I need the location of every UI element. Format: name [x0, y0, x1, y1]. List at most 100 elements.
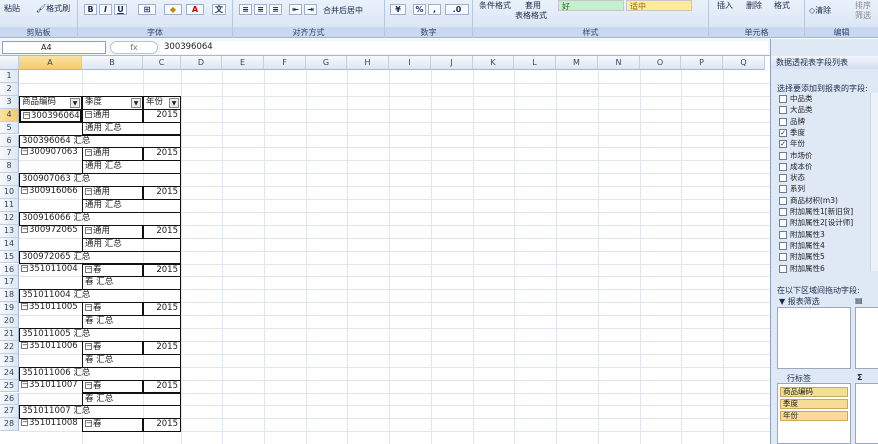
pivot-product-subtotal[interactable]: 300396064 汇总: [19, 134, 181, 149]
field-item[interactable]: 附加属性4: [779, 240, 825, 251]
collapse-icon[interactable]: −: [85, 420, 92, 428]
row-header-9[interactable]: 9: [0, 173, 19, 187]
collapse-icon[interactable]: −: [85, 342, 92, 350]
column-header-N[interactable]: N: [598, 56, 640, 70]
row-header-10[interactable]: 10: [0, 186, 19, 199]
underline-button[interactable]: U: [114, 4, 127, 15]
row-header-28[interactable]: 28: [0, 418, 19, 432]
pivot-season-cell[interactable]: −通用: [82, 108, 143, 123]
currency-button[interactable]: ¥: [390, 4, 406, 15]
filter-dropdown-icon[interactable]: ▼: [70, 97, 80, 108]
pivot-header-year[interactable]: 年份 ▼: [143, 95, 181, 110]
pivot-year-cell[interactable]: 2015: [143, 302, 181, 317]
align-right-button[interactable]: ≡: [269, 4, 282, 15]
column-header-G[interactable]: G: [306, 56, 347, 70]
row-header-13[interactable]: 13: [0, 224, 19, 238]
clear-button[interactable]: ◇清除: [809, 5, 831, 16]
report-filter-area[interactable]: [777, 307, 851, 369]
row-header-17[interactable]: 17: [0, 276, 19, 290]
formula-input[interactable]: 300396064: [160, 41, 768, 54]
align-left-button[interactable]: ≡: [239, 4, 252, 15]
row-header-11[interactable]: 11: [0, 199, 19, 212]
column-header-I[interactable]: I: [389, 56, 431, 70]
pivot-season-subtotal[interactable]: 春 汇总: [82, 276, 181, 291]
field-item[interactable]: 状态: [779, 172, 805, 183]
decrease-indent-button[interactable]: ⇤: [289, 4, 302, 15]
checkbox[interactable]: [779, 219, 787, 228]
column-header-O[interactable]: O: [640, 56, 681, 70]
column-header-L[interactable]: L: [514, 56, 556, 70]
style-neutral[interactable]: 适中: [626, 0, 692, 11]
checkbox[interactable]: ✓: [779, 140, 787, 149]
checkbox[interactable]: [779, 117, 787, 126]
checkbox[interactable]: [779, 230, 787, 239]
field-list-scrollbar[interactable]: [870, 93, 878, 271]
borders-button[interactable]: ⊞: [138, 4, 156, 15]
insert-button[interactable]: 插入: [717, 0, 733, 11]
pivot-product-subtotal[interactable]: 351011005 汇总: [19, 328, 181, 342]
column-header-K[interactable]: K: [473, 56, 514, 70]
name-box[interactable]: A4: [2, 41, 106, 54]
field-item[interactable]: ✓ 季度: [779, 127, 805, 138]
row-header-22[interactable]: 22: [0, 340, 19, 354]
pivot-product-subtotal[interactable]: 300972065 汇总: [19, 250, 181, 265]
collapse-icon[interactable]: −: [85, 304, 92, 312]
column-header-E[interactable]: E: [222, 56, 264, 70]
field-item[interactable]: 市场价: [779, 150, 813, 161]
values-area[interactable]: [855, 383, 878, 444]
column-header-J[interactable]: J: [431, 56, 473, 70]
collapse-icon[interactable]: −: [23, 111, 30, 119]
fill-color-button[interactable]: ◆: [164, 4, 182, 15]
column-header-H[interactable]: H: [347, 56, 389, 70]
pivot-season-subtotal[interactable]: 春 汇总: [82, 353, 181, 368]
align-center-button[interactable]: ≡: [254, 4, 267, 15]
row-header-8[interactable]: 8: [0, 160, 19, 174]
pivot-season-subtotal[interactable]: 通用 汇总: [82, 121, 181, 136]
pivot-header-product-code[interactable]: 商品编码 ▼: [19, 95, 82, 110]
field-item[interactable]: 附加属性5: [779, 251, 825, 262]
pivot-product-code-cell[interactable]: −300907063: [19, 147, 82, 161]
checkbox[interactable]: [779, 253, 787, 262]
checkbox[interactable]: ✓: [779, 128, 787, 137]
row-header-23[interactable]: 23: [0, 353, 19, 367]
row-header-3[interactable]: 3: [0, 95, 19, 109]
format-painter-button[interactable]: 🖌格式刷: [36, 3, 70, 14]
pivot-season-cell[interactable]: −通用: [82, 147, 143, 162]
field-item[interactable]: 附加属性6: [779, 263, 825, 274]
pivot-product-code-cell[interactable]: −300972065: [19, 225, 82, 239]
row-header-14[interactable]: 14: [0, 237, 19, 251]
pivot-year-cell[interactable]: 2015: [143, 379, 181, 394]
checkbox[interactable]: [779, 95, 787, 103]
pivot-product-code-cell[interactable]: −300396064: [19, 108, 82, 123]
row-header-21[interactable]: 21: [0, 328, 19, 341]
row-field-item[interactable]: 季度: [780, 399, 848, 409]
pivot-header-season[interactable]: 季度 ▼: [82, 95, 143, 110]
pivot-season-subtotal[interactable]: 春 汇总: [82, 392, 181, 407]
row-header-4[interactable]: 4: [0, 108, 19, 122]
row-header-25[interactable]: 25: [0, 379, 19, 393]
pivot-product-subtotal[interactable]: 300916066 汇总: [19, 211, 181, 226]
pivot-year-cell[interactable]: 2015: [143, 340, 181, 355]
format-button[interactable]: 格式: [774, 0, 790, 11]
pivot-season-subtotal[interactable]: 春 汇总: [82, 315, 181, 329]
column-header-A[interactable]: A: [19, 56, 82, 70]
filter-dropdown-icon[interactable]: ▼: [131, 97, 141, 108]
pivot-year-cell[interactable]: 2015: [143, 147, 181, 162]
pivot-product-subtotal[interactable]: 351011006 汇总: [19, 366, 181, 381]
collapse-icon[interactable]: −: [85, 381, 92, 389]
pivot-year-cell[interactable]: 2015: [143, 108, 181, 123]
column-header-Q[interactable]: Q: [723, 56, 765, 70]
row-field-item[interactable]: 商品编码: [780, 387, 848, 397]
bold-button[interactable]: B: [84, 4, 97, 15]
style-good[interactable]: 好: [558, 0, 624, 11]
row-header-15[interactable]: 15: [0, 250, 19, 264]
field-item[interactable]: 品牌: [779, 116, 805, 127]
percent-button[interactable]: %: [413, 4, 426, 15]
checkbox[interactable]: [779, 264, 787, 273]
select-all-corner[interactable]: [0, 56, 19, 70]
pivot-product-code-cell[interactable]: −351011007: [19, 380, 82, 394]
field-item[interactable]: 大品类: [779, 104, 813, 115]
collapse-icon[interactable]: −: [85, 265, 92, 273]
row-header-1[interactable]: 1: [0, 70, 19, 83]
checkbox[interactable]: [779, 151, 787, 160]
